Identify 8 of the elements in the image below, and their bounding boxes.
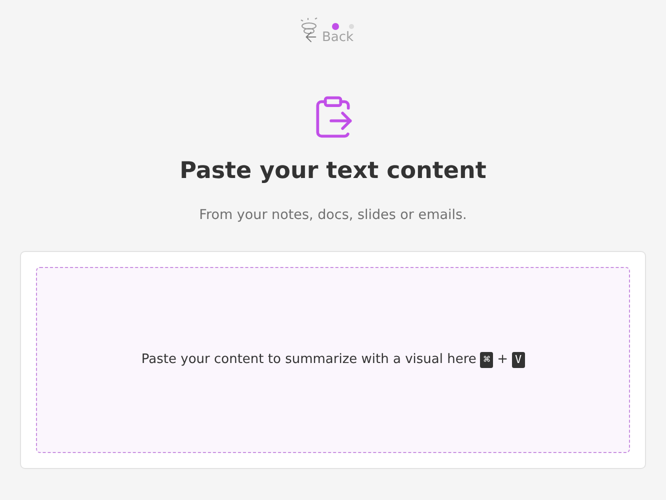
page-title: Paste your text content	[180, 157, 486, 186]
paste-instruction: Paste your content to summarize with a visual here	[141, 351, 476, 369]
key-cap: V	[512, 352, 525, 368]
back-arrow-icon	[303, 29, 319, 45]
plus-sign: +	[497, 351, 508, 369]
key-cap: ⌘	[480, 352, 494, 368]
paste-area[interactable]: Paste your content to summarize with a visual here ⌘ + V	[36, 266, 630, 453]
page-subtitle: From your notes, docs, slides or emails.	[199, 206, 467, 224]
